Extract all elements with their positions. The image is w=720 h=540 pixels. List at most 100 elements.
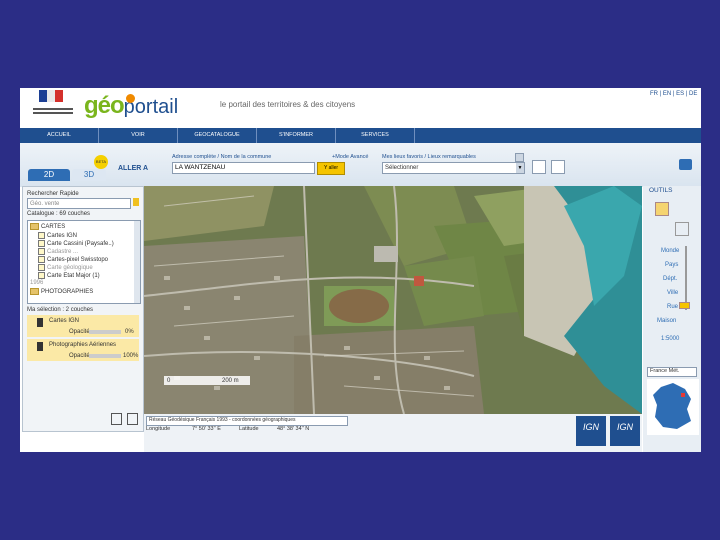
folder-photographies[interactable]: PHOTOGRAPHIES — [30, 288, 93, 295]
longitude-label: Longitude — [146, 426, 171, 432]
places-select[interactable]: Sélectionner ▼ — [382, 162, 525, 174]
trash-icon[interactable] — [127, 413, 138, 425]
logo-orange-dot — [126, 94, 135, 103]
nav-voir[interactable]: VOIR — [99, 128, 178, 143]
layer-item[interactable]: Carte Cassini (Paysafe..) — [38, 240, 114, 247]
zoom-dept[interactable]: Dépt. — [663, 276, 677, 282]
zoom-maison[interactable]: Maison — [657, 318, 676, 324]
zoom-slider-thumb[interactable] — [679, 302, 690, 309]
overview-map[interactable] — [647, 379, 699, 435]
zoom-pays[interactable]: Pays — [665, 262, 678, 268]
go-button[interactable]: Y aller — [317, 162, 345, 175]
territory-select[interactable]: France Mét. — [647, 367, 697, 377]
nav-sinformer[interactable]: S'INFORMER — [257, 128, 336, 143]
layer-item[interactable]: Carte Etat Major (1) — [38, 272, 100, 279]
catalogue-tree: CARTES Cartes IGN Carte Cassini (Paysafe… — [27, 220, 141, 304]
opacity-value-1: 0% — [125, 329, 134, 335]
search-input[interactable]: Géo. vente — [27, 198, 131, 209]
toolbar: 2D 3D BETA ALLER A Adresse complète / No… — [20, 143, 701, 187]
zoom-slider-track[interactable] — [685, 246, 687, 310]
search-go-icon[interactable] — [133, 198, 139, 206]
selected-layer-2-name: Photographies Aériennes — [49, 342, 117, 348]
save-icon[interactable] — [111, 413, 122, 425]
folder-cartes[interactable]: CARTES — [30, 223, 65, 230]
tab-3d[interactable]: 3D — [72, 169, 106, 181]
opacity-slider-1[interactable] — [89, 330, 121, 334]
republique-logo[interactable] — [25, 90, 73, 122]
catalogue-title: Catalogue : 69 couches — [27, 211, 91, 217]
checkbox-icon[interactable] — [38, 256, 45, 263]
layer-item[interactable]: Cadastre ... — [38, 248, 78, 255]
layer-item[interactable]: Cartes IGN — [38, 232, 77, 239]
site-header: géoportail le portail des territoires & … — [20, 88, 701, 128]
folder-icon — [30, 223, 39, 230]
layer-item[interactable]: Cartes-pixel Swisstopo — [38, 256, 108, 263]
edit-icon[interactable] — [532, 160, 546, 174]
logo-geo: géo — [84, 92, 125, 119]
selected-layer-1-name: Cartes IGN — [49, 318, 80, 324]
chevron-down-icon: ▼ — [516, 163, 524, 173]
coordinates-bar: Réseau Géodésique Français 1993 - coordo… — [144, 414, 642, 452]
latitude-label: Latitude — [239, 426, 259, 432]
longitude-value: 7° 50' 33'' E — [192, 426, 221, 432]
checkbox-icon[interactable] — [38, 248, 45, 255]
star-icon[interactable] — [655, 222, 667, 234]
catalogue-scrollbar[interactable] — [134, 221, 140, 303]
opacity-slider-2[interactable] — [89, 354, 121, 358]
opacity-label: Opacité — [69, 353, 90, 359]
zoom-monde[interactable]: Monde — [661, 248, 679, 254]
places-label: Mes lieux favoris / Lieux remarquables — [382, 154, 476, 160]
tab-2d[interactable]: 2D — [28, 169, 70, 181]
browser-screenshot: géoportail le portail des territoires & … — [20, 88, 701, 452]
layer-item[interactable]: Carte géologique — [38, 264, 93, 271]
opacity-label: Opacité — [69, 329, 90, 335]
nav-geocatalogue[interactable]: GEOCATALOGUE — [178, 128, 257, 143]
beta-badge: BETA — [94, 155, 108, 169]
crs-select[interactable]: Réseau Géodésique Français 1993 - coordo… — [146, 416, 348, 426]
nav-accueil[interactable]: ACCUEIL — [20, 128, 99, 143]
layers-icon[interactable] — [675, 222, 689, 236]
selected-layer-1[interactable]: Cartes IGN Opacité 0% — [27, 315, 139, 337]
aerial-map[interactable]: 0 200 m — [144, 186, 642, 414]
right-panel: OUTILS Monde Pays Dépt. Ville Rue Maison… — [643, 186, 701, 452]
selection-title: Ma sélection : 2 couches — [27, 307, 94, 313]
address-input[interactable]: LA WANTZENAU — [172, 162, 315, 174]
ign-logo-2[interactable]: IGN — [610, 416, 640, 446]
scale-ratio: 1:5000 — [661, 336, 680, 342]
scale-value: 200 m — [222, 377, 239, 384]
help-icon[interactable] — [515, 153, 524, 162]
info-icon[interactable] — [37, 318, 43, 327]
nav-services[interactable]: SERVICES — [336, 128, 415, 143]
checkbox-icon[interactable] — [38, 240, 45, 247]
scale-bar: 0 200 m — [164, 376, 250, 385]
ign-logo-1[interactable]: IGN — [576, 416, 606, 446]
language-switcher[interactable]: FR | EN | ES | DE — [650, 91, 697, 97]
search-label: Rechercher Rapide — [27, 191, 79, 197]
main-nav: ACCUEIL VOIR GEOCATALOGUE S'INFORMER SER… — [20, 128, 701, 143]
search-placeholder: Géo. vente — [30, 200, 60, 207]
checkbox-icon[interactable] — [38, 264, 45, 271]
mode-avance-link[interactable]: +Mode Avancé — [332, 154, 368, 161]
hand-icon[interactable] — [655, 202, 669, 216]
address-value: LA WANTZENAU — [175, 164, 226, 171]
latitude-value: 48° 38' 34'' N — [277, 426, 310, 432]
opacity-value-2: 100% — [123, 353, 139, 359]
zoom-ville[interactable]: Ville — [667, 290, 678, 296]
layer-year: 1996 — [30, 280, 44, 286]
france-map-icon — [653, 383, 691, 429]
delete-icon[interactable] — [551, 160, 565, 174]
territory-value: France Mét. — [650, 368, 680, 374]
tagline: le portail des territoires & des citoyen… — [220, 100, 356, 109]
info-icon[interactable] — [675, 202, 687, 214]
checkbox-icon[interactable] — [38, 232, 45, 239]
checkbox-icon[interactable] — [38, 272, 45, 279]
places-select-value: Sélectionner — [385, 165, 419, 171]
crs-value: Réseau Géodésique Français 1993 - coordo… — [149, 417, 296, 423]
outils-title: OUTILS — [649, 187, 673, 194]
selected-layer-2[interactable]: Photographies Aériennes Opacité 100% — [27, 339, 139, 361]
aller-a-label: ALLER A — [118, 165, 149, 172]
zoom-rue[interactable]: Rue — [667, 304, 678, 310]
scale-zero: 0 — [167, 377, 171, 384]
info-icon[interactable] — [37, 342, 43, 351]
printer-icon[interactable] — [679, 159, 692, 170]
